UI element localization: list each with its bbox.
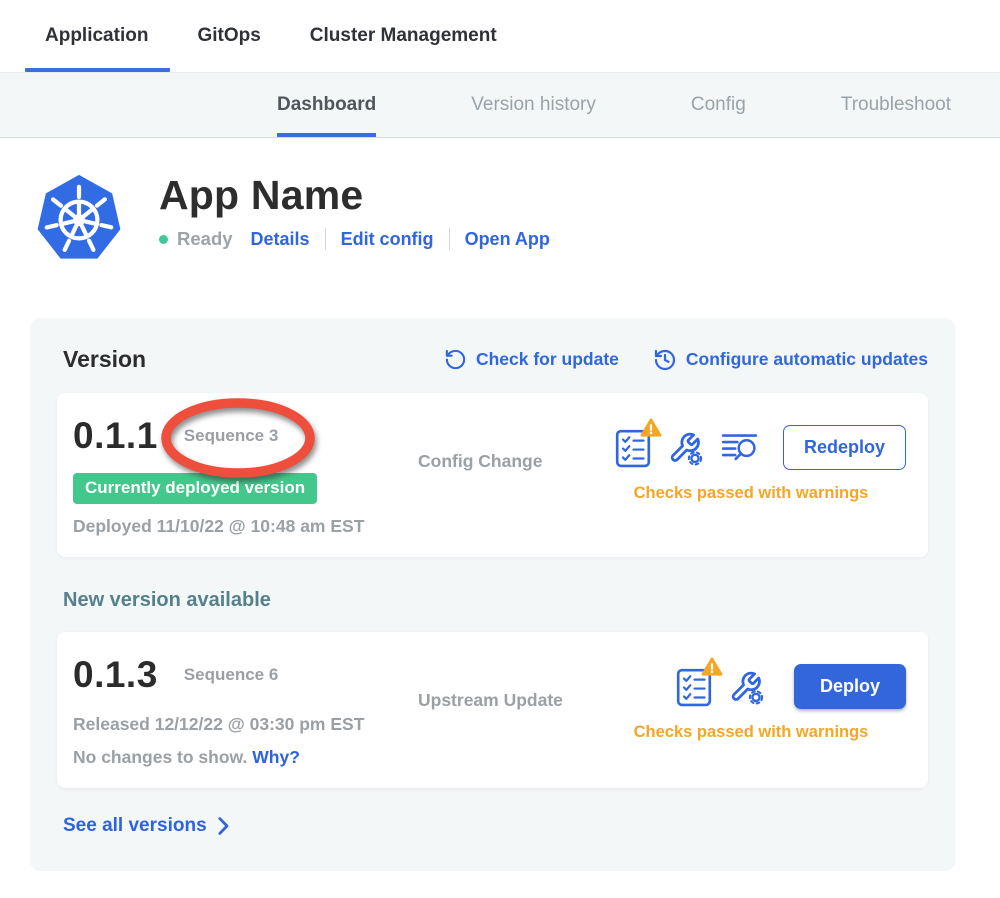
tab-dashboard-label: Dashboard [277,94,376,116]
primary-nav: Application GitOps Cluster Management [0,0,1000,72]
divider [325,228,326,250]
view-files-icon[interactable] [721,431,758,464]
tab-version-history-label: Version history [471,94,596,116]
current-version-card: 0.1.1 Sequence 3 Currently deployed vers… [57,393,928,557]
no-changes-text: No changes to show. [73,747,247,767]
preflight-checks-icon[interactable] [615,428,651,468]
nav-tab-gitops[interactable]: GitOps [197,0,260,72]
kubernetes-logo-icon [33,172,125,268]
current-version-number: 0.1.1 [73,415,158,457]
currently-deployed-badge: Currently deployed version [73,473,317,504]
nav-tab-gitops-label: GitOps [197,25,260,47]
status-dot-icon [159,235,168,244]
configure-automatic-updates-link[interactable]: Configure automatic updates [653,348,928,372]
no-changes-line: No changes to show. Why? [73,747,418,768]
nav-tab-cluster-management-label: Cluster Management [310,25,497,47]
edit-config-link[interactable]: Edit config [341,229,434,250]
tab-dashboard[interactable]: Dashboard [277,73,376,137]
app-header-text: App Name Ready Details Edit config Open … [159,172,550,250]
check-for-update-label: Check for update [476,349,619,370]
tab-config-label: Config [691,94,746,116]
tab-troubleshoot[interactable]: Troubleshoot [841,73,951,137]
deploy-button[interactable]: Deploy [794,664,906,709]
open-app-link[interactable]: Open App [465,229,550,250]
version-card-header: Version Check for update Configure au [57,346,928,373]
released-timestamp: Released 12/12/22 @ 03:30 pm EST [73,714,418,735]
version-card: Version Check for update Configure au [30,318,955,871]
redeploy-button[interactable]: Redeploy [783,425,906,470]
deployed-timestamp: Deployed 11/10/22 @ 10:48 am EST [73,516,418,537]
divider [449,228,450,250]
wrench-gear-icon [668,430,704,466]
current-version-source: Config Change [418,451,596,472]
current-version-actions: Redeploy Checks passed with warnings [596,409,906,503]
new-version-heading: New version available [63,589,928,612]
config-wrench-icon[interactable] [668,430,704,466]
tab-version-history[interactable]: Version history [471,73,596,137]
app-subnav: Dashboard Version history Config Trouble… [0,72,1000,138]
new-version-card: 0.1.3 Sequence 6 Released 12/12/22 @ 03:… [57,632,928,788]
see-all-versions-label: See all versions [63,815,207,837]
new-version-sequence: Sequence 6 [184,665,279,685]
lines-magnifier-icon [721,431,758,464]
chevron-right-icon [218,817,229,835]
current-version-sequence: Sequence 3 [184,426,279,446]
checks-status-current: Checks passed with warnings [596,484,906,503]
checks-status-new: Checks passed with warnings [596,723,906,742]
tab-config[interactable]: Config [691,73,746,137]
clock-history-icon [653,348,677,372]
page: Application GitOps Cluster Management Da… [0,0,1000,898]
current-version-info: 0.1.1 Sequence 3 Currently deployed vers… [73,409,418,537]
preflight-checks-icon[interactable] [676,667,712,707]
page-title: App Name [159,172,550,219]
new-version-line: 0.1.3 Sequence 6 [73,648,418,702]
active-nav-underline [25,68,170,72]
warning-triangle-icon [701,657,723,677]
current-version-action-row: Redeploy [596,425,906,470]
status-badge: Ready [177,228,233,250]
app-status-row: Ready Details Edit config Open App [159,228,550,250]
version-card-title: Version [63,346,146,373]
configure-automatic-updates-label: Configure automatic updates [686,349,928,370]
nav-tab-application-label: Application [45,25,148,47]
details-link[interactable]: Details [251,229,310,250]
nav-tab-application[interactable]: Application [45,0,148,72]
why-link[interactable]: Why? [252,747,300,767]
new-version-action-row: Deploy [596,664,906,709]
version-card-actions: Check for update Configure automatic upd… [444,348,928,372]
new-version-actions: Deploy Checks passed with warnings [596,648,906,742]
check-for-update-link[interactable]: Check for update [444,348,619,371]
see-all-versions-link[interactable]: See all versions [63,815,229,837]
tab-troubleshoot-label: Troubleshoot [841,94,951,116]
current-version-line: 0.1.1 Sequence 3 [73,409,418,463]
wrench-gear-icon [729,669,765,705]
app-header: App Name Ready Details Edit config Open … [0,138,1000,268]
warning-triangle-icon [640,418,662,438]
new-version-number: 0.1.3 [73,654,158,696]
config-wrench-icon[interactable] [729,669,765,705]
refresh-icon [444,348,467,371]
nav-tab-cluster-management[interactable]: Cluster Management [310,0,497,72]
new-version-source: Upstream Update [418,690,596,711]
new-version-info: 0.1.3 Sequence 6 Released 12/12/22 @ 03:… [73,648,418,768]
